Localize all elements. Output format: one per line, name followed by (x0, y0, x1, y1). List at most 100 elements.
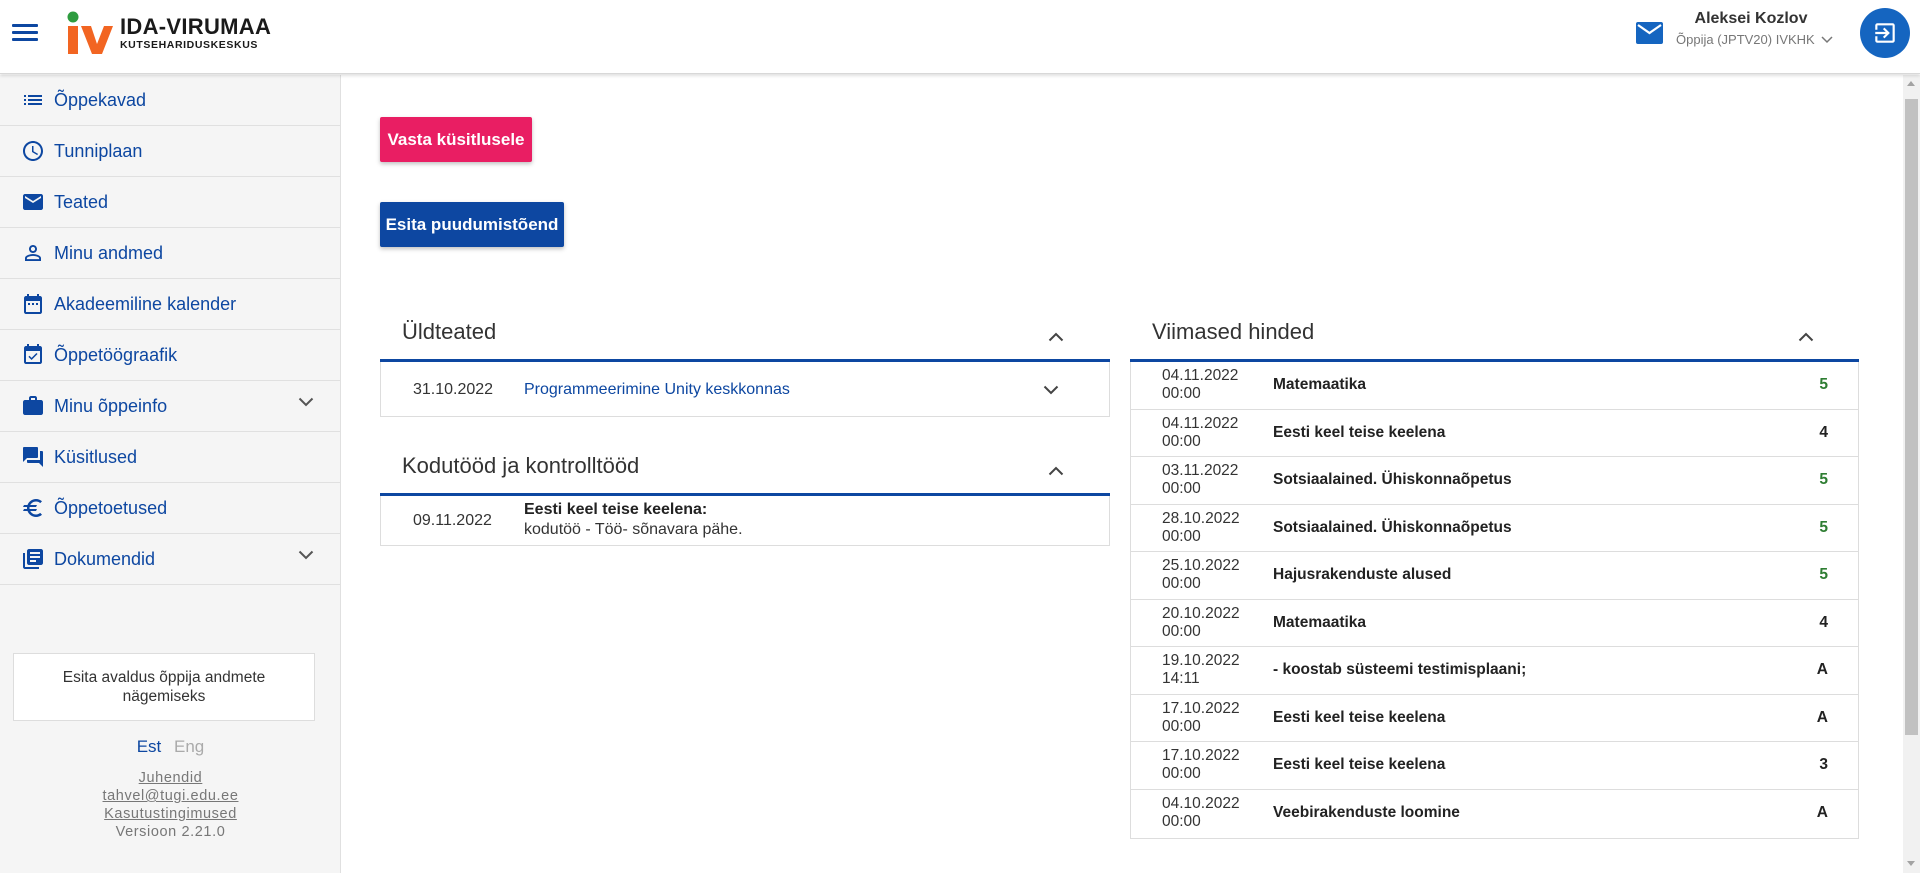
grade-datetime: 17.10.2022 00:00 (1162, 700, 1252, 736)
grade-value: 5 (1819, 471, 1828, 489)
lang-est-link[interactable]: Est (137, 737, 162, 756)
grade-value: 4 (1819, 613, 1828, 631)
sidebar-item-oppetoetused[interactable]: Õppetoetused (0, 483, 340, 534)
announcement-row[interactable]: 31.10.2022 Programmeerimine Unity keskko… (381, 362, 1109, 417)
grade-time: 00:00 (1162, 575, 1201, 593)
homework-row[interactable]: 09.11.2022 Eesti keel teise keelena: kod… (381, 496, 1109, 546)
brand-logo[interactable]: IDA-VIRUMAA KUTSEHARIDUSKESKUS (64, 10, 271, 56)
clock-icon (20, 138, 46, 164)
chevron-down-icon[interactable] (298, 397, 314, 407)
grade-subject: Sotsiaalained. Ühiskonnaõpetus (1273, 518, 1512, 536)
chevron-up-icon[interactable] (1048, 332, 1064, 342)
grade-time: 00:00 (1162, 385, 1201, 403)
messages-mail-icon[interactable] (1636, 22, 1663, 44)
sidebar-item-minu-oppeinfo[interactable]: Minu õppeinfo (0, 381, 340, 432)
chevron-up-icon[interactable] (1048, 466, 1064, 476)
sidebar-item-akadeemiline-kalender[interactable]: Akadeemiline kalender (0, 279, 340, 330)
grade-subject: Sotsiaalained. Ühiskonnaõpetus (1273, 471, 1512, 489)
logout-button[interactable] (1860, 8, 1910, 58)
forum-icon (20, 444, 46, 470)
hamburger-menu-icon[interactable] (12, 20, 38, 46)
grade-row[interactable]: 04.10.2022 00:00 Veebirakenduste loomine … (1131, 790, 1858, 838)
grade-row[interactable]: 03.11.2022 00:00 Sotsiaalained. Ühiskonna… (1131, 457, 1858, 505)
terms-link[interactable]: Kasutustingimused (0, 805, 341, 823)
grade-value: 4 (1819, 423, 1828, 441)
grade-date: 03.11.2022 (1162, 462, 1239, 480)
grade-row[interactable]: 25.10.2022 00:00 Hajusrakenduste alused 5 (1131, 552, 1858, 600)
support-email-link[interactable]: tahvel@tugi.edu.ee (0, 787, 341, 805)
sidebar-footer: Juhendid tahvel@tugi.edu.ee Kasutustingi… (0, 769, 341, 841)
grade-row[interactable]: 17.10.2022 00:00 Eesti keel teise keelena… (1131, 695, 1858, 742)
library-books-icon (20, 546, 46, 572)
calendar-icon (20, 291, 46, 317)
grade-row[interactable]: 17.10.2022 00:00 Eesti keel teise keelena… (1131, 742, 1858, 790)
grade-time: 00:00 (1162, 717, 1201, 735)
page-scrollbar[interactable] (1903, 75, 1920, 873)
grade-subject: Veebirakenduste loomine (1273, 804, 1460, 822)
briefcase-icon (20, 393, 46, 419)
euro-icon (20, 495, 46, 521)
grade-time: 14:11 (1162, 670, 1200, 688)
person-icon (20, 240, 46, 266)
grade-row[interactable]: 20.10.2022 00:00 Matemaatika 4 (1131, 600, 1858, 647)
submit-absence-button[interactable]: Esita puudumistõend (380, 202, 564, 247)
user-menu[interactable]: Aleksei Kozlov Õppija (JPTV20) IVKHK (1676, 10, 1846, 47)
sidebar-item-dokumendid[interactable]: Dokumendid (0, 534, 340, 585)
grade-datetime: 04.10.2022 00:00 (1162, 795, 1252, 831)
user-role-selector[interactable]: Õppija (JPTV20) IVKHK (1676, 32, 1846, 47)
sidebar-item-label: Tunniplaan (54, 140, 143, 161)
grade-subject: Eesti keel teise keelena (1273, 423, 1446, 441)
user-role-label: Õppija (JPTV20) IVKHK (1676, 32, 1815, 47)
sidebar-item-label: Akadeemiline kalender (54, 293, 237, 314)
grade-datetime: 25.10.2022 00:00 (1162, 557, 1252, 593)
chevron-up-icon[interactable] (1798, 332, 1814, 342)
guides-link[interactable]: Juhendid (0, 769, 341, 787)
sidebar-item-oppetoograafik[interactable]: Õppetöögraafik (0, 330, 340, 381)
grade-row[interactable]: 04.11.2022 00:00 Eesti keel teise keelena… (1131, 410, 1858, 457)
sidebar-item-tunniplaan[interactable]: Tunniplaan (0, 126, 340, 177)
chevron-down-icon (1821, 35, 1833, 43)
sidebar-item-teated[interactable]: Teated (0, 177, 340, 228)
scroll-thumb[interactable] (1905, 99, 1918, 735)
chevron-down-icon[interactable] (1043, 385, 1059, 395)
sidebar-item-label: Teated (54, 191, 109, 212)
homework-date: 09.11.2022 (413, 512, 492, 529)
grade-datetime: 20.10.2022 00:00 (1162, 605, 1252, 641)
request-data-access-button[interactable]: Esita avaldus õppija andmete nägemiseks (13, 653, 315, 721)
homework-list: 09.11.2022 Eesti keel teise keelena: kod… (380, 496, 1110, 546)
lang-eng-link[interactable]: Eng (174, 737, 204, 756)
sidebar-item-minu-andmed[interactable]: Minu andmed (0, 228, 340, 279)
mail-icon (20, 189, 46, 215)
grade-date: 04.10.2022 (1162, 795, 1240, 813)
grade-value: 5 (1819, 518, 1828, 536)
grade-value: A (1816, 708, 1828, 726)
sidebar-item-kusitlused[interactable]: Küsitlused (0, 432, 340, 483)
grade-value: A (1816, 661, 1828, 679)
sidebar-item-label: Küsitlused (54, 446, 138, 467)
grade-subject: Hajusrakenduste alused (1273, 566, 1452, 584)
grade-datetime: 04.11.2022 00:00 (1162, 415, 1252, 451)
grade-row[interactable]: 19.10.2022 14:11 - koostab süsteemi testi… (1131, 647, 1858, 695)
user-name: Aleksei Kozlov (1694, 10, 1808, 27)
sidebar-item-label: Minu õppeinfo (54, 395, 168, 416)
answer-survey-button[interactable]: Vasta küsitlusele (380, 117, 532, 162)
announcement-title-link[interactable]: Programmeerimine Unity keskkonnas (524, 381, 790, 399)
grade-time: 00:00 (1162, 527, 1201, 545)
sidebar-item-label: Õppetoetused (54, 497, 168, 518)
grade-row[interactable]: 28.10.2022 00:00 Sotsiaalained. Ühiskonna… (1131, 505, 1858, 552)
grade-date: 04.11.2022 (1162, 367, 1239, 385)
top-header: IDA-VIRUMAA KUTSEHARIDUSKESKUS Aleksei K… (0, 0, 1920, 74)
sidebar-item-oppekavad[interactable]: Õppekavad (0, 75, 340, 126)
grade-date: 17.10.2022 (1162, 747, 1240, 765)
grade-row[interactable]: 04.11.2022 00:00 Matemaatika 5 (1131, 362, 1858, 410)
scroll-up-arrow-icon[interactable] (1907, 81, 1915, 86)
grade-date: 20.10.2022 (1162, 604, 1240, 622)
scroll-down-arrow-icon[interactable] (1907, 861, 1915, 866)
brand-title: IDA-VIRUMAA (120, 13, 272, 39)
grade-time: 00:00 (1162, 765, 1201, 783)
announcements-title: Üldteated (402, 319, 497, 344)
grade-time: 00:00 (1162, 480, 1201, 498)
grade-date: 17.10.2022 (1162, 699, 1240, 717)
chevron-down-icon[interactable] (298, 550, 314, 560)
calendar-check-icon (20, 342, 46, 368)
